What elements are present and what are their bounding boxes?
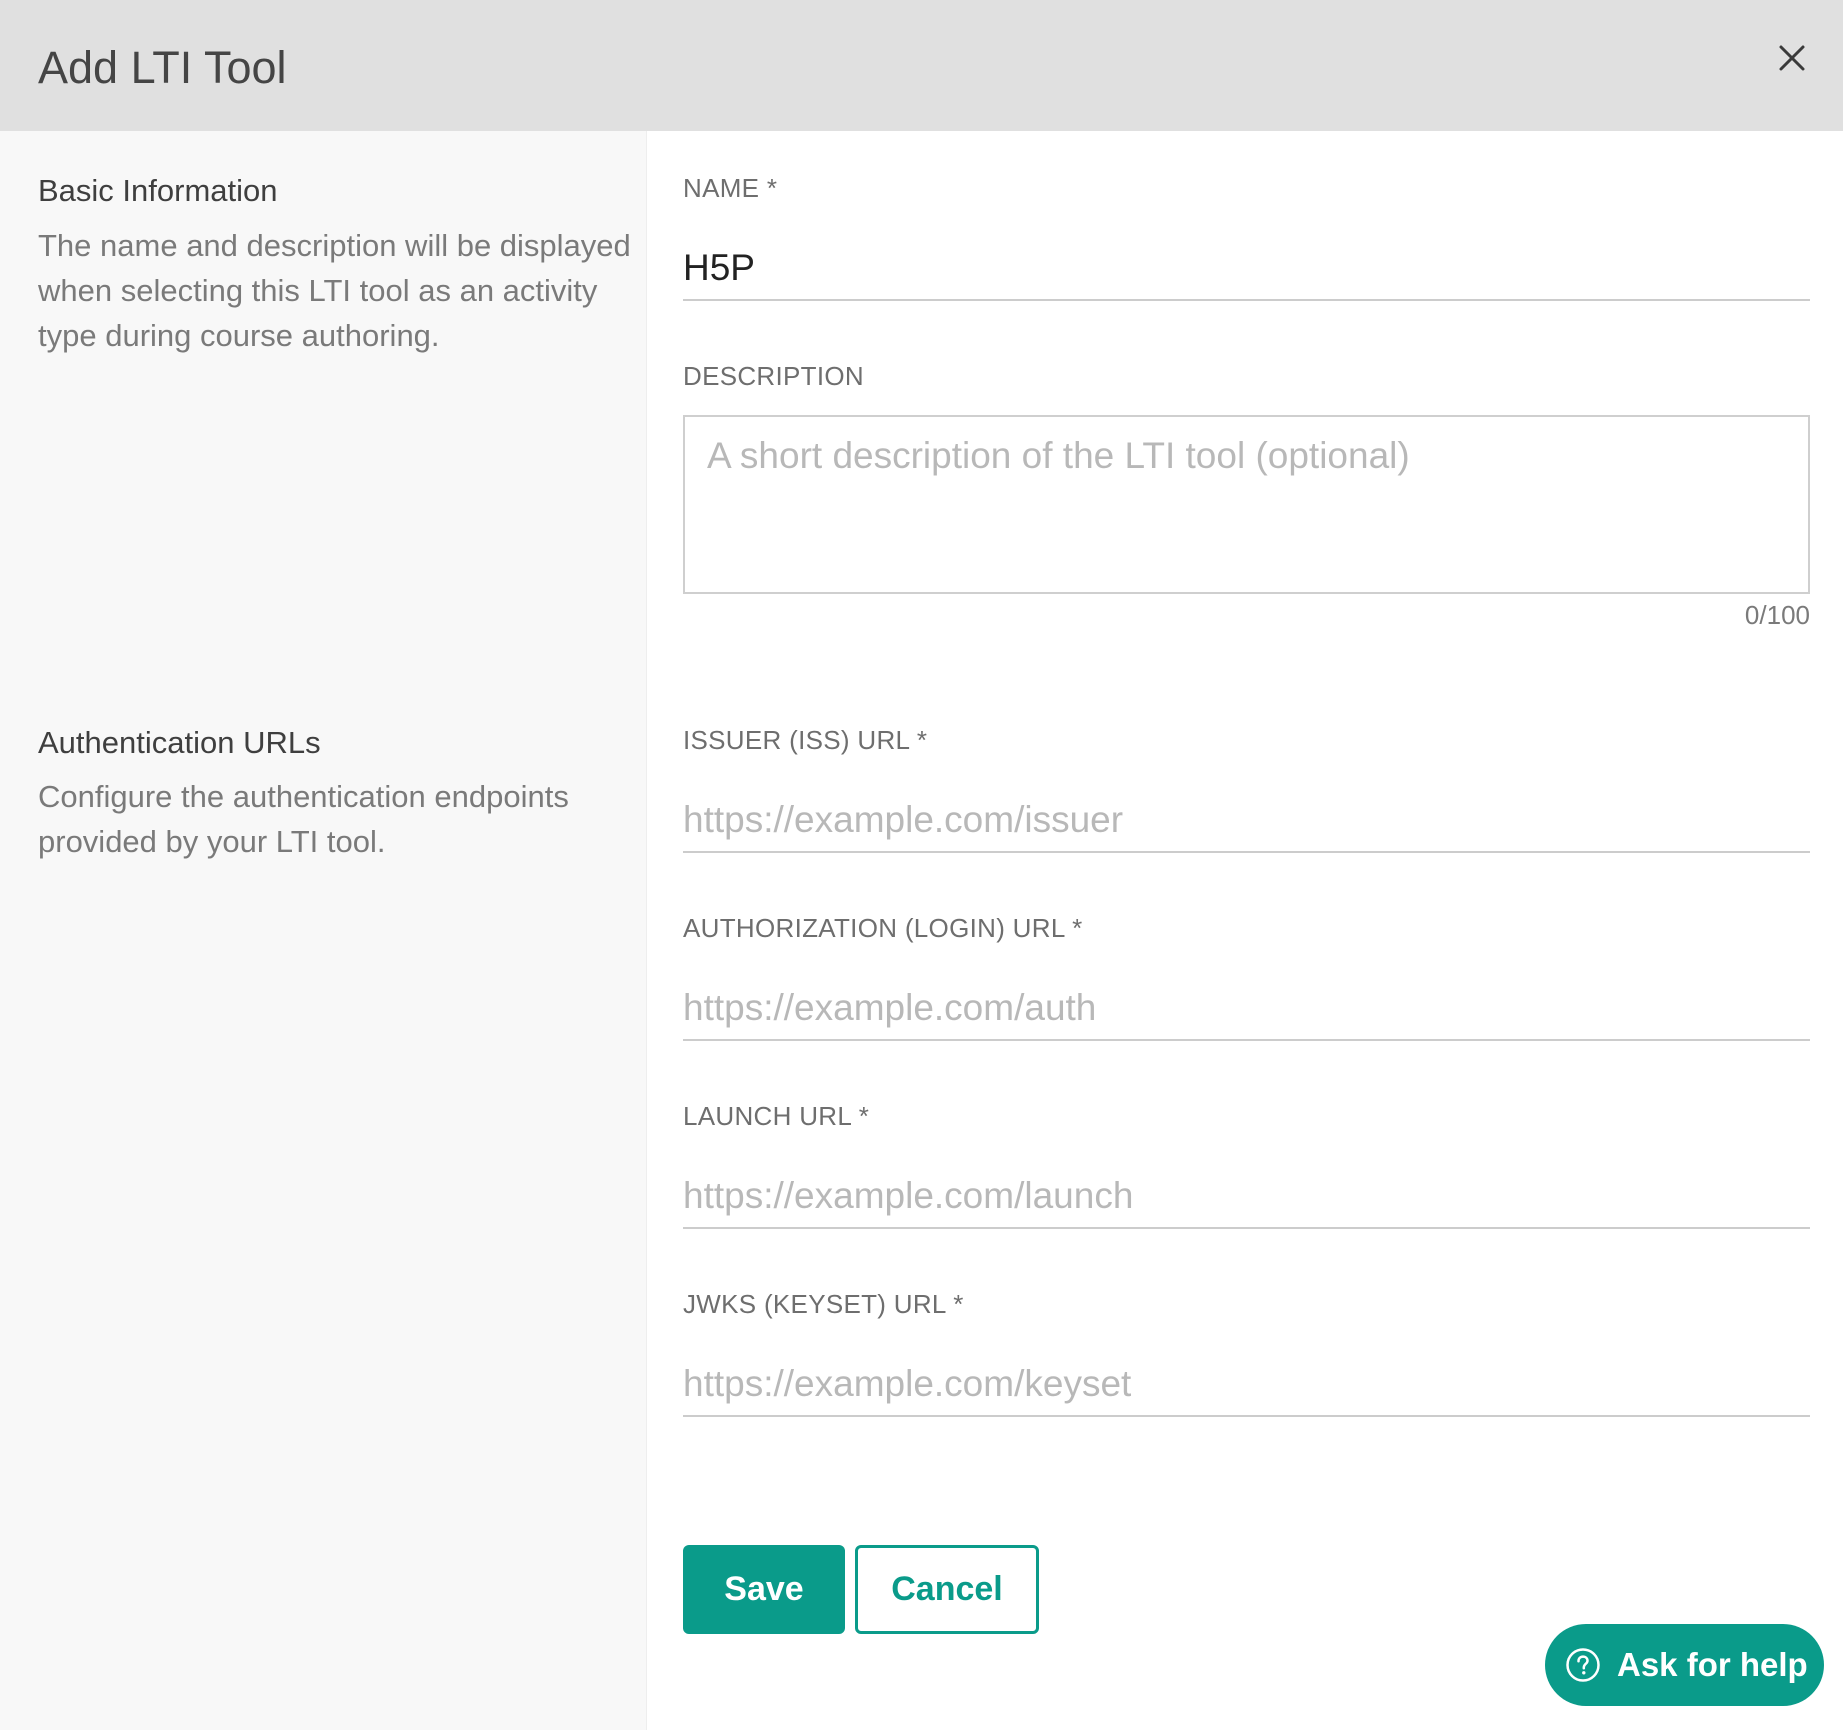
basic-info-description: The name and description will be display… (38, 228, 631, 353)
close-icon (1779, 45, 1805, 71)
dialog-header: Add LTI Tool (0, 0, 1843, 131)
authorization-url-label: AUTHORIZATION (LOGIN) URL * (683, 913, 1083, 943)
name-input[interactable] (683, 237, 1810, 301)
launch-url-label: LAUNCH URL * (683, 1101, 870, 1131)
jwks-url-input[interactable] (683, 1353, 1810, 1417)
auth-urls-title: Authentication URLs (38, 725, 321, 760)
ask-for-help-label: Ask for help (1617, 1646, 1808, 1683)
save-button[interactable]: Save (683, 1545, 845, 1634)
name-label: NAME * (683, 173, 778, 203)
description-label: DESCRIPTION (683, 361, 864, 391)
ask-for-help-button[interactable]: Ask for help (1545, 1624, 1824, 1706)
authorization-url-input[interactable] (683, 977, 1810, 1041)
issuer-url-label: ISSUER (ISS) URL * (683, 725, 928, 755)
auth-urls-description: Configure the authentication endpoints p… (38, 779, 569, 859)
left-pane: Basic Information The name and descripti… (0, 131, 647, 1730)
launch-url-input[interactable] (683, 1165, 1810, 1229)
description-textarea[interactable] (683, 415, 1810, 594)
close-button[interactable] (1772, 38, 1812, 78)
jwks-url-label: JWKS (KEYSET) URL * (683, 1289, 964, 1319)
description-char-count: 0/100 (1744, 600, 1810, 630)
cancel-button[interactable]: Cancel (855, 1545, 1039, 1634)
issuer-url-input[interactable] (683, 789, 1810, 853)
basic-info-title: Basic Information (38, 173, 278, 208)
question-circle-icon (1566, 1648, 1600, 1682)
dialog-title: Add LTI Tool (38, 42, 287, 93)
